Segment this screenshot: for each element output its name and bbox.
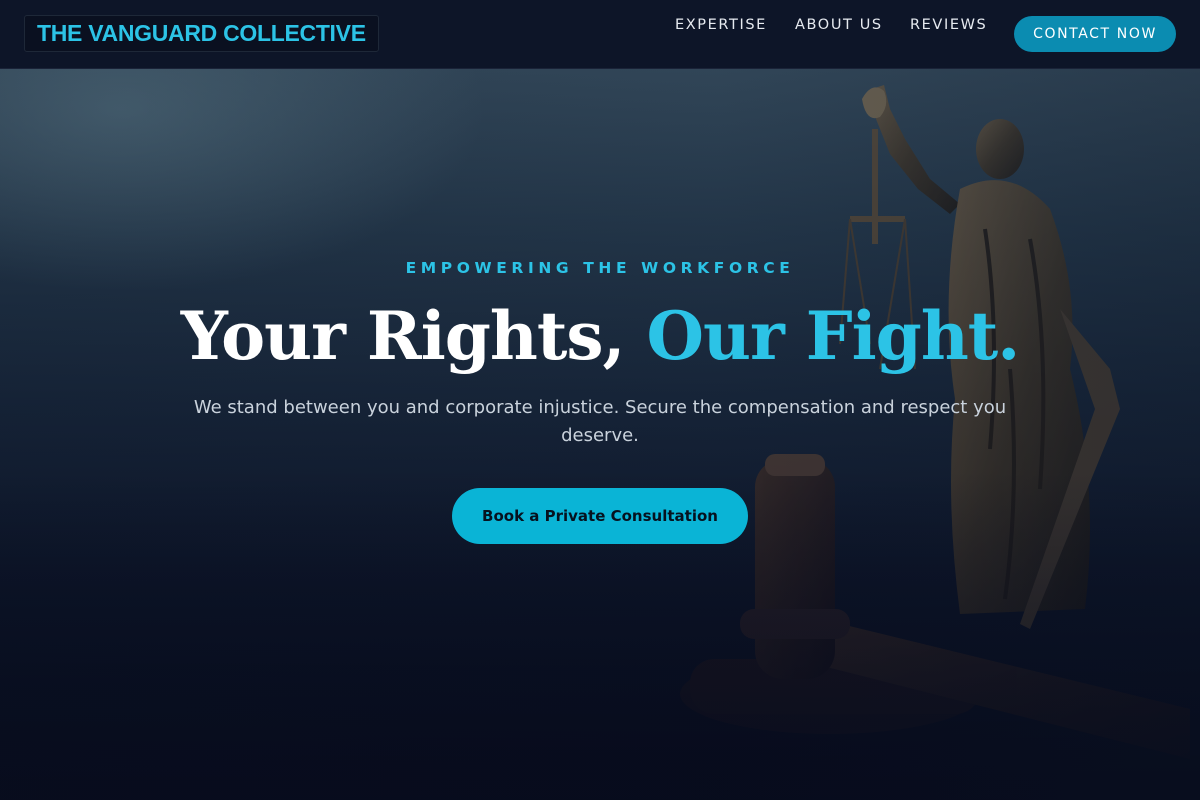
nav-link-reviews[interactable]: REVIEWS: [910, 17, 987, 33]
headline-main-text: Your Rights,: [180, 297, 647, 375]
navbar: THE VANGUARD COLLECTIVE EXPERTISE ABOUT …: [0, 0, 1200, 69]
contact-now-button[interactable]: CONTACT NOW: [1014, 16, 1176, 52]
nav-link-expertise[interactable]: EXPERTISE: [675, 17, 767, 33]
hero-subtext: We stand between you and corporate injus…: [193, 397, 1007, 446]
brand-logo[interactable]: THE VANGUARD COLLECTIVE: [24, 15, 379, 52]
headline-accent-text: Our Fight.: [646, 297, 1021, 375]
hero-eyebrow: EMPOWERING THE WORKFORCE: [405, 259, 795, 277]
book-consultation-button[interactable]: Book a Private Consultation: [452, 488, 748, 544]
hero-headline: Your Rights, Our Fight.: [0, 291, 1200, 381]
hero-section: EMPOWERING THE WORKFORCE Your Rights, Ou…: [0, 69, 1200, 800]
nav-link-about-us[interactable]: ABOUT US: [795, 17, 883, 33]
